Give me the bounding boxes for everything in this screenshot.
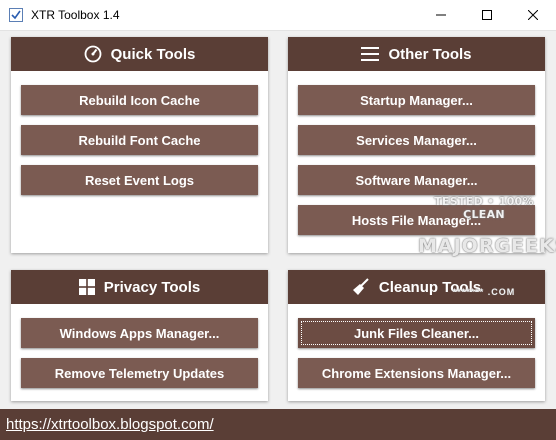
panel-title-cleanup-tools: Cleanup Tools <box>378 278 482 296</box>
rebuild-icon-cache-button[interactable]: Rebuild Icon Cache <box>21 85 258 115</box>
windows-apps-manager-button[interactable]: Windows Apps Manager... <box>21 318 258 348</box>
minimize-icon <box>436 14 446 16</box>
junk-files-cleaner-button[interactable]: Junk Files Cleaner... <box>298 318 535 348</box>
title-bar: XTR Toolbox 1.4 <box>0 0 556 31</box>
reset-event-logs-button[interactable]: Reset Event Logs <box>21 165 258 195</box>
panel-header-other-tools: Other Tools <box>288 37 545 71</box>
speedometer-icon <box>84 45 102 63</box>
close-button[interactable] <box>510 0 556 30</box>
panel-cleanup-tools: Cleanup Tools Junk Files Cleaner... Chro… <box>288 270 545 401</box>
minimize-button[interactable] <box>418 0 464 30</box>
panel-title-other-tools: Other Tools <box>388 45 472 63</box>
software-manager-button[interactable]: Software Manager... <box>298 165 535 195</box>
panel-title-privacy-tools: Privacy Tools <box>103 278 201 296</box>
services-manager-button[interactable]: Services Manager... <box>298 125 535 155</box>
window-title: XTR Toolbox 1.4 <box>31 8 120 22</box>
panel-header-privacy-tools: Privacy Tools <box>11 270 268 304</box>
panel-header-quick-tools: Quick Tools <box>11 37 268 71</box>
chrome-extensions-manager-button[interactable]: Chrome Extensions Manager... <box>298 358 535 388</box>
client-area: Quick Tools Rebuild Icon Cache Rebuild F… <box>0 31 556 409</box>
app-icon <box>8 7 24 23</box>
startup-manager-button[interactable]: Startup Manager... <box>298 85 535 115</box>
panel-title-quick-tools: Quick Tools <box>110 45 196 63</box>
panel-privacy-tools: Privacy Tools Windows Apps Manager... Re… <box>11 270 268 401</box>
panel-other-tools: Other Tools Startup Manager... Services … <box>288 37 545 253</box>
close-icon <box>528 10 538 20</box>
maximize-button[interactable] <box>464 0 510 30</box>
broom-icon <box>352 278 370 296</box>
remove-telemetry-updates-button[interactable]: Remove Telemetry Updates <box>21 358 258 388</box>
maximize-icon <box>482 10 492 20</box>
panel-quick-tools: Quick Tools Rebuild Icon Cache Rebuild F… <box>11 37 268 253</box>
windows-logo-icon <box>78 279 95 295</box>
footer-bar: https://xtrtoolbox.blogspot.com/ <box>0 409 556 440</box>
rebuild-font-cache-button[interactable]: Rebuild Font Cache <box>21 125 258 155</box>
blog-link[interactable]: https://xtrtoolbox.blogspot.com/ <box>6 416 214 433</box>
hamburger-menu-icon <box>361 47 380 61</box>
panel-header-cleanup-tools: Cleanup Tools <box>288 270 545 304</box>
hosts-file-manager-button[interactable]: Hosts File Manager... <box>298 205 535 235</box>
